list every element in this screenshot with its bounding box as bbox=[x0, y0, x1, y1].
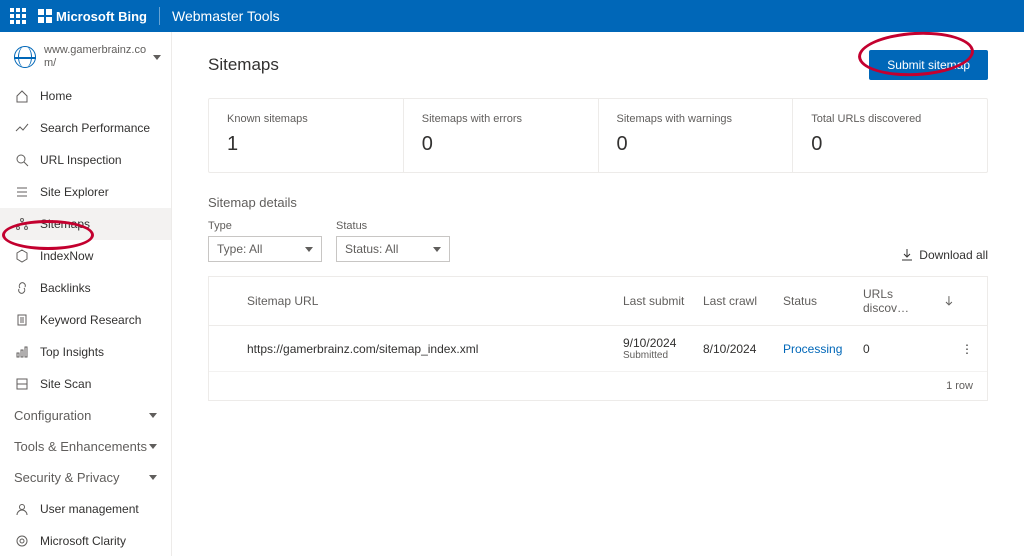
brand[interactable]: Microsoft Bing bbox=[38, 9, 147, 24]
chevron-down-icon bbox=[433, 247, 441, 252]
stat-value: 0 bbox=[422, 133, 580, 156]
home-icon bbox=[14, 88, 30, 104]
sidebar-item-label: User management bbox=[40, 502, 139, 516]
details-title: Sitemap details bbox=[208, 195, 988, 210]
col-url[interactable]: Sitemap URL bbox=[247, 294, 623, 308]
sidebar-item-label: Site Scan bbox=[40, 377, 91, 391]
col-last-crawl[interactable]: Last crawl bbox=[703, 294, 783, 308]
chevron-down-icon bbox=[153, 55, 161, 60]
chevron-down-icon bbox=[149, 475, 157, 480]
sidebar-item-label: Keyword Research bbox=[40, 313, 141, 327]
link-icon bbox=[14, 280, 30, 296]
stat-label: Known sitemaps bbox=[227, 113, 385, 125]
table-footer: 1 row bbox=[209, 372, 987, 400]
globe-icon bbox=[14, 46, 36, 68]
download-icon bbox=[901, 249, 913, 261]
cell-last-crawl: 8/10/2024 bbox=[703, 342, 783, 356]
user-icon bbox=[14, 501, 30, 517]
sidebar-item-url-inspection[interactable]: URL Inspection bbox=[0, 144, 171, 176]
app-launcher-icon[interactable] bbox=[10, 8, 26, 24]
site-picker[interactable]: www.gamerbrainz.com/ bbox=[0, 38, 171, 80]
submit-sitemap-button[interactable]: Submit sitemap bbox=[869, 50, 988, 80]
sidebar-item-site-explorer[interactable]: Site Explorer bbox=[0, 176, 171, 208]
chevron-down-icon bbox=[149, 444, 157, 449]
stat-card: Known sitemaps 1 bbox=[209, 99, 404, 172]
stat-label: Total URLs discovered bbox=[811, 113, 969, 125]
sidebar-item-label: Site Explorer bbox=[40, 185, 109, 199]
col-urls-discovered[interactable]: URLs discov… bbox=[863, 287, 953, 315]
status-label: Status bbox=[336, 220, 450, 232]
cell-last-submit: 9/10/2024Submitted bbox=[623, 336, 703, 361]
clarity-icon bbox=[14, 533, 30, 549]
sidebar-item-label: Top Insights bbox=[40, 345, 104, 359]
sidebar-section-configuration[interactable]: Configuration bbox=[0, 400, 171, 431]
sidebar-item-backlinks[interactable]: Backlinks bbox=[0, 272, 171, 304]
chevron-down-icon bbox=[305, 247, 313, 252]
row-actions[interactable]: ⋮ bbox=[953, 342, 973, 356]
cell-status: Processing bbox=[783, 342, 863, 356]
sidebar-item-sitemaps[interactable]: Sitemaps bbox=[0, 208, 171, 240]
stat-value: 0 bbox=[811, 133, 969, 156]
sidebar-item-search-performance[interactable]: Search Performance bbox=[0, 112, 171, 144]
app-header: Microsoft Bing Webmaster Tools bbox=[0, 0, 1024, 32]
table-row[interactable]: https://gamerbrainz.com/sitemap_index.xm… bbox=[209, 326, 987, 372]
col-last-submit[interactable]: Last submit bbox=[623, 294, 703, 308]
sidebar-item-keyword-research[interactable]: Keyword Research bbox=[0, 304, 171, 336]
sidebar-item-indexnow[interactable]: IndexNow bbox=[0, 240, 171, 272]
sidebar: www.gamerbrainz.com/ Home Search Performa… bbox=[0, 32, 172, 556]
stat-value: 0 bbox=[617, 133, 775, 156]
stat-card: Sitemaps with warnings 0 bbox=[599, 99, 794, 172]
page-icon bbox=[14, 312, 30, 328]
page-title: Sitemaps bbox=[208, 55, 279, 75]
sidebar-section-tools-enhancements[interactable]: Tools & Enhancements bbox=[0, 431, 171, 462]
list-icon bbox=[14, 184, 30, 200]
sort-down-icon bbox=[945, 296, 953, 306]
sidebar-item-label: Microsoft Clarity bbox=[40, 534, 126, 548]
header-divider bbox=[159, 7, 160, 25]
insight-icon bbox=[14, 344, 30, 360]
cell-urls: 0 bbox=[863, 342, 953, 356]
main-content: Sitemaps Submit sitemap Known sitemaps1S… bbox=[172, 32, 1024, 556]
sidebar-item-microsoft-clarity[interactable]: Microsoft Clarity bbox=[0, 525, 171, 557]
type-select[interactable]: Type: All bbox=[208, 236, 322, 262]
hex-icon bbox=[14, 248, 30, 264]
status-select[interactable]: Status: All bbox=[336, 236, 450, 262]
tool-name[interactable]: Webmaster Tools bbox=[172, 8, 280, 24]
chevron-down-icon bbox=[149, 413, 157, 418]
cell-url: https://gamerbrainz.com/sitemap_index.xm… bbox=[247, 342, 623, 356]
brand-text: Microsoft Bing bbox=[56, 9, 147, 24]
stat-card: Total URLs discovered 0 bbox=[793, 99, 987, 172]
search-icon bbox=[14, 152, 30, 168]
col-status[interactable]: Status bbox=[783, 294, 863, 308]
scan-icon bbox=[14, 376, 30, 392]
trend-icon bbox=[14, 120, 30, 136]
sitemap-table: Sitemap URL Last submit Last crawl Statu… bbox=[208, 276, 988, 401]
sidebar-item-label: Search Performance bbox=[40, 121, 150, 135]
sidebar-item-top-insights[interactable]: Top Insights bbox=[0, 336, 171, 368]
sidebar-item-label: Backlinks bbox=[40, 281, 91, 295]
stat-label: Sitemaps with warnings bbox=[617, 113, 775, 125]
sitemap-icon bbox=[14, 216, 30, 232]
sidebar-item-label: Sitemaps bbox=[40, 217, 90, 231]
sidebar-item-user-management[interactable]: User management bbox=[0, 493, 171, 525]
site-name: www.gamerbrainz.com/ bbox=[44, 44, 149, 70]
stat-card: Sitemaps with errors 0 bbox=[404, 99, 599, 172]
stats-row: Known sitemaps1Sitemaps with errors0Site… bbox=[208, 98, 988, 173]
sidebar-section-security-privacy[interactable]: Security & Privacy bbox=[0, 462, 171, 493]
sidebar-item-home[interactable]: Home bbox=[0, 80, 171, 112]
type-label: Type bbox=[208, 220, 322, 232]
stat-label: Sitemaps with errors bbox=[422, 113, 580, 125]
sidebar-item-label: URL Inspection bbox=[40, 153, 122, 167]
sidebar-item-site-scan[interactable]: Site Scan bbox=[0, 368, 171, 400]
sidebar-item-label: Home bbox=[40, 89, 72, 103]
table-header: Sitemap URL Last submit Last crawl Statu… bbox=[209, 277, 987, 326]
sidebar-item-label: IndexNow bbox=[40, 249, 93, 263]
stat-value: 1 bbox=[227, 133, 385, 156]
download-all-button[interactable]: Download all bbox=[901, 248, 988, 262]
